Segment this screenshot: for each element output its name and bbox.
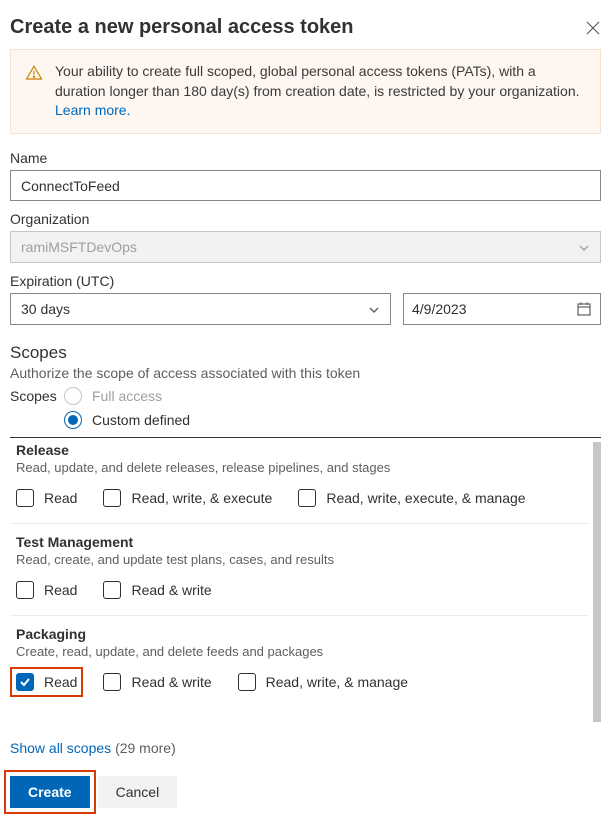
perm-label: Read [44,674,77,690]
panel-header: Create a new personal access token [10,10,601,49]
perm-item[interactable]: Read, write, execute, & manage [298,489,525,507]
perm-label: Read [44,582,77,598]
warning-icon [25,64,43,82]
scope-group-desc: Create, read, update, and delete feeds a… [16,644,583,659]
perm-item[interactable]: Read [16,581,77,599]
checkbox[interactable] [16,489,34,507]
scope-group-packaging: Packaging Create, read, update, and dele… [10,616,589,707]
perm-label: Read & write [131,674,211,690]
scopes-subtitle: Authorize the scope of access associated… [10,365,601,381]
radio-custom-defined-label: Custom defined [92,412,190,428]
perm-item-packaging-read[interactable]: Read [16,673,77,691]
checkbox[interactable] [238,673,256,691]
scopes-title: Scopes [10,343,601,363]
perm-row: Read Read & write [16,581,583,599]
scope-group-desc: Read, create, and update test plans, cas… [16,552,583,567]
checkbox[interactable] [103,581,121,599]
perm-item[interactable]: Read [16,489,77,507]
pat-create-panel: Create a new personal access token Your … [0,0,615,822]
footer: Create Cancel [10,776,601,808]
scope-group-name: Test Management [16,534,583,550]
learn-more-link[interactable]: Learn more. [55,102,130,118]
scope-group-test-management: Test Management Read, create, and update… [10,524,589,616]
banner-text: Your ability to create full scoped, glob… [55,63,580,99]
banner-text-wrap: Your ability to create full scoped, glob… [55,62,586,121]
checkbox[interactable] [103,673,121,691]
expiration-duration-value: 30 days [21,301,70,317]
checkbox[interactable] [103,489,121,507]
scope-mode-custom[interactable]: Custom defined [64,411,601,429]
radio-full-access-label: Full access [92,388,162,404]
organization-label: Organization [10,211,601,227]
calendar-icon [576,301,592,317]
radio-custom-defined[interactable] [64,411,82,429]
restriction-banner: Your ability to create full scoped, glob… [10,49,601,134]
expiration-label: Expiration (UTC) [10,273,601,289]
radio-full-access [64,387,82,405]
scope-mode-full: Scopes Full access [10,387,601,405]
cancel-button[interactable]: Cancel [98,776,178,808]
expiration-date-value: 4/9/2023 [412,301,467,317]
perm-row: Read Read, write, & execute Read, write,… [16,489,583,507]
scope-group-release: Release Read, update, and delete release… [10,438,589,524]
chevron-down-icon [578,241,590,253]
perm-item[interactable]: Read & write [103,581,211,599]
organization-value: ramiMSFTDevOps [21,239,137,255]
name-label: Name [10,150,601,166]
perm-label: Read, write, & manage [266,674,408,690]
perm-label: Read & write [131,582,211,598]
scope-group-name: Release [16,442,583,458]
perm-row: Read Read & write Read, write, & manage [16,673,583,691]
scope-list[interactable]: Release Read, update, and delete release… [10,437,601,726]
expiration-date-input[interactable]: 4/9/2023 [403,293,601,325]
chevron-down-icon [368,303,380,315]
perm-label: Read [44,490,77,506]
close-icon[interactable] [585,20,601,36]
name-input[interactable] [10,170,601,201]
checkbox[interactable] [298,489,316,507]
scope-group-desc: Read, update, and delete releases, relea… [16,460,583,475]
expiration-duration-select[interactable]: 30 days [10,293,391,325]
scope-group-name: Packaging [16,626,583,642]
checkbox[interactable] [16,581,34,599]
perm-item[interactable]: Read & write [103,673,211,691]
perm-label: Read, write, execute, & manage [326,490,525,506]
panel-title: Create a new personal access token [10,16,354,39]
show-all-scopes: Show all scopes (29 more) [10,740,601,756]
perm-item[interactable]: Read, write, & execute [103,489,272,507]
checkbox[interactable] [16,673,34,691]
show-all-scopes-link[interactable]: Show all scopes [10,740,111,756]
perm-label: Read, write, & execute [131,490,272,506]
show-all-scopes-count: (29 more) [115,740,176,756]
organization-select: ramiMSFTDevOps [10,231,601,262]
create-button[interactable]: Create [10,776,90,808]
expiration-row: 30 days 4/9/2023 [10,293,601,325]
scope-lead-label: Scopes [10,388,54,404]
perm-item[interactable]: Read, write, & manage [238,673,408,691]
